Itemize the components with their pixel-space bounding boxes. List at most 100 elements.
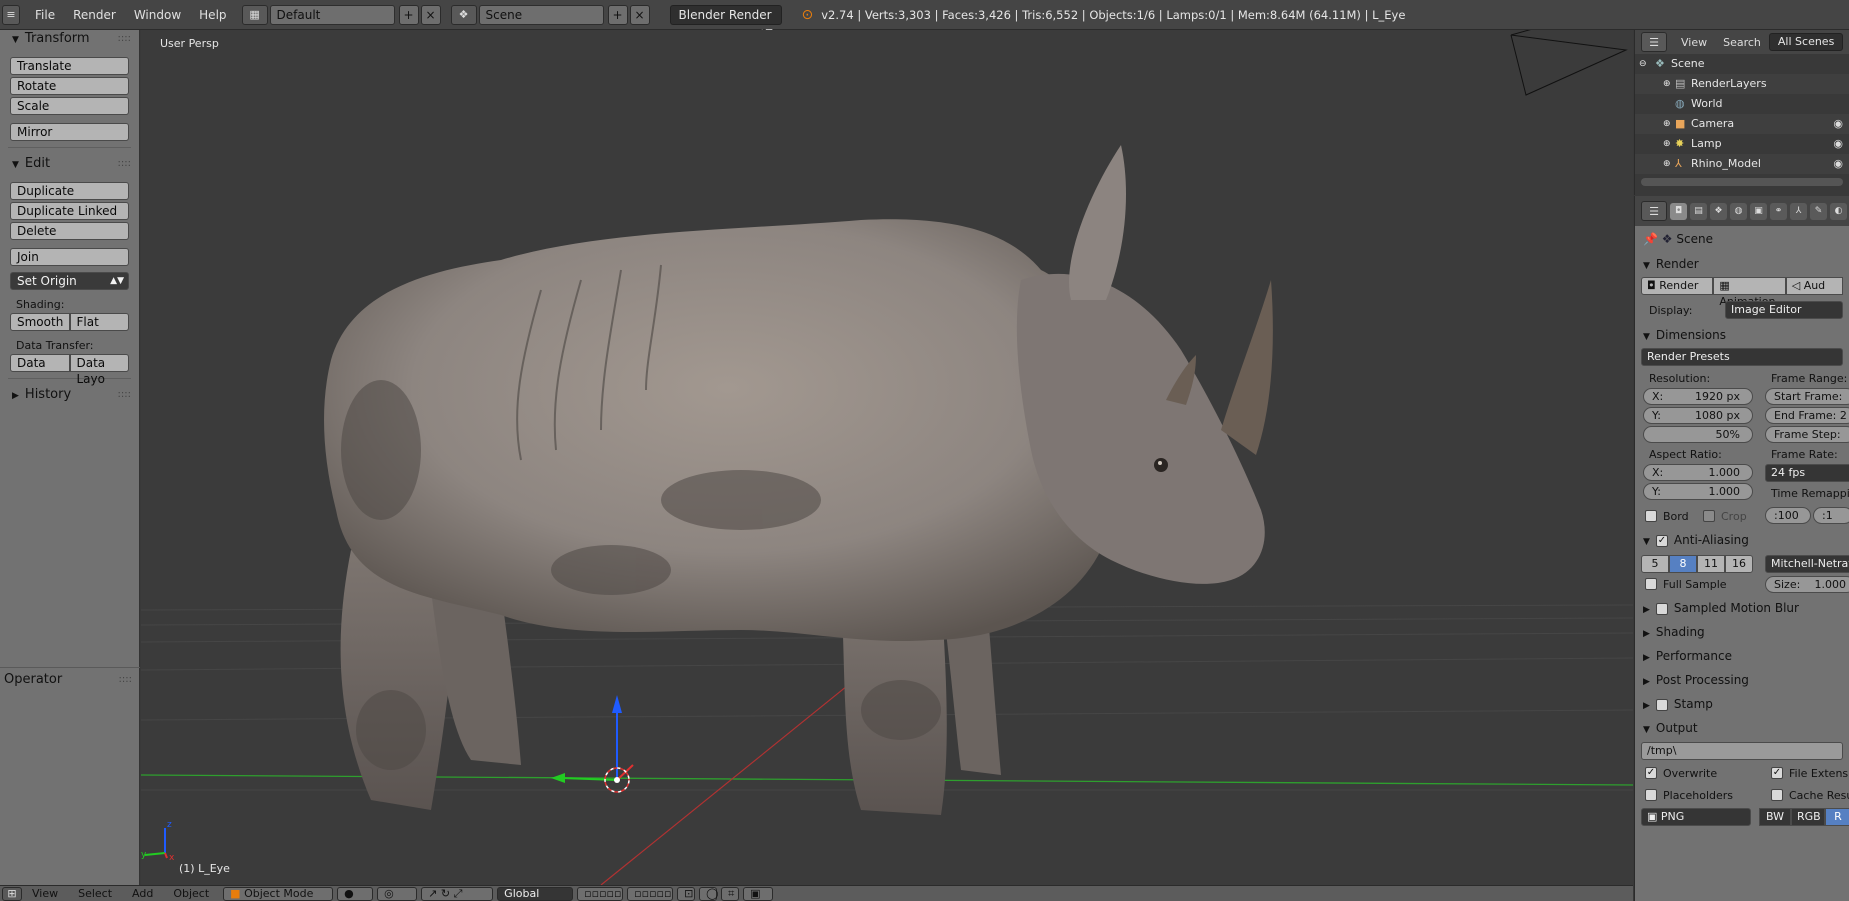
aa-samples-8[interactable]: 8 bbox=[1669, 555, 1697, 573]
performance-panel-header[interactable]: ▶ Performance bbox=[1635, 644, 1849, 668]
menu-view[interactable]: View bbox=[22, 887, 68, 900]
viewport-canvas[interactable] bbox=[141, 30, 1633, 885]
render-view-icon[interactable]: ▣ bbox=[743, 886, 774, 901]
frame-rate-select[interactable]: 24 fps bbox=[1765, 464, 1849, 482]
audio-button[interactable]: ◁ Aud bbox=[1785, 277, 1843, 295]
visibility-eye-icon[interactable]: ◉ bbox=[1833, 154, 1843, 174]
translate-button[interactable]: Translate bbox=[10, 57, 129, 75]
aa-filter-select[interactable]: Mitchell-Netrav bbox=[1765, 555, 1849, 573]
menu-file[interactable]: File bbox=[26, 8, 64, 22]
rotate-button[interactable]: Rotate bbox=[10, 77, 129, 95]
add-scene-button[interactable]: + bbox=[607, 4, 628, 25]
scene-icon[interactable]: ❖ bbox=[450, 4, 477, 25]
menu-render[interactable]: Render bbox=[64, 8, 125, 22]
aa-samples-5[interactable]: 5 bbox=[1641, 555, 1669, 573]
scene-tab-icon[interactable]: ❖ bbox=[1710, 202, 1727, 220]
scale-button[interactable]: Scale bbox=[10, 97, 129, 115]
dimensions-panel-header[interactable]: ▼ Dimensions bbox=[1635, 323, 1849, 347]
motion-blur-checkbox[interactable] bbox=[1655, 602, 1668, 615]
expand-icon[interactable]: ⊖ bbox=[1639, 54, 1647, 74]
overwrite-checkbox[interactable]: ✓ bbox=[1645, 766, 1657, 779]
time-remap-old-field[interactable]: :100 bbox=[1765, 507, 1811, 524]
render-engine-select[interactable]: Blender Render▲▼ bbox=[669, 4, 782, 38]
outliner-row-scene[interactable]: ⊖ ❖ Scene bbox=[1635, 54, 1849, 74]
menu-object[interactable]: Object bbox=[163, 887, 219, 900]
proportional-edit-icon[interactable]: ◯ bbox=[699, 886, 718, 901]
output-path-field[interactable]: /tmp\ bbox=[1641, 742, 1843, 760]
set-origin-select[interactable]: Set Origin ▲▼ bbox=[10, 272, 129, 290]
outliner-search-menu[interactable]: Search bbox=[1723, 36, 1761, 49]
anti-aliasing-checkbox[interactable]: ✓ bbox=[1655, 534, 1668, 547]
mode-select[interactable]: ■ Object Mode bbox=[223, 886, 334, 901]
output-panel-header[interactable]: ▼ Output bbox=[1635, 716, 1849, 740]
resolution-y-field[interactable]: Y: 1080 px bbox=[1643, 407, 1753, 424]
layer-buttons-1[interactable]: ▫▫▫▫▫ bbox=[577, 886, 624, 901]
drag-grip-icon[interactable]: :::: bbox=[118, 154, 131, 174]
resolution-percentage-field[interactable]: 50% bbox=[1643, 426, 1753, 443]
render-panel-header[interactable]: ▼ Render bbox=[1635, 252, 1849, 276]
snap-icon[interactable]: ⌗ bbox=[721, 886, 740, 901]
constraints-tab-icon[interactable]: ⚭ bbox=[1770, 202, 1787, 220]
render-tab-camera-icon[interactable]: ◘ bbox=[1670, 202, 1687, 220]
outliner-row-world[interactable]: ◍ World bbox=[1635, 94, 1849, 114]
menu-add[interactable]: Add bbox=[122, 887, 163, 900]
file-extensions-checkbox[interactable]: ✓ bbox=[1771, 766, 1783, 779]
remove-screen-button[interactable]: × bbox=[420, 4, 441, 25]
delete-button[interactable]: Delete bbox=[10, 222, 129, 240]
menu-window[interactable]: Window bbox=[125, 8, 190, 22]
add-screen-button[interactable]: + bbox=[398, 4, 419, 25]
editor-type-button[interactable]: ☰ bbox=[1641, 32, 1667, 52]
operator-panel-header[interactable]: Operator :::: bbox=[0, 670, 140, 690]
menu-help[interactable]: Help bbox=[190, 8, 235, 22]
time-remap-new-field[interactable]: :1 bbox=[1813, 507, 1849, 524]
drag-grip-icon[interactable]: :::: bbox=[118, 385, 131, 405]
aspect-x-field[interactable]: X: 1.000 bbox=[1643, 464, 1753, 481]
outliner-row-lamp[interactable]: ⊕ ✸ Lamp ◉ bbox=[1635, 134, 1849, 154]
layer-buttons-2[interactable]: ▫▫▫▫▫ bbox=[627, 886, 674, 901]
history-panel-header[interactable]: ▶ History :::: bbox=[0, 385, 139, 405]
operator-divider[interactable] bbox=[0, 667, 140, 668]
transform-panel-header[interactable]: ▼ Transform :::: bbox=[0, 29, 139, 49]
frame-step-field[interactable]: Frame Step: bbox=[1765, 426, 1849, 443]
data-layout-button[interactable]: Data Layo bbox=[69, 354, 129, 386]
aa-size-field[interactable]: Size: 1.000 bbox=[1765, 576, 1849, 593]
outliner-view-menu[interactable]: View bbox=[1681, 36, 1707, 49]
placeholders-checkbox[interactable] bbox=[1645, 788, 1657, 801]
world-tab-icon[interactable]: ◍ bbox=[1730, 202, 1747, 220]
drag-grip-icon[interactable]: :::: bbox=[118, 29, 131, 49]
border-checkbox[interactable] bbox=[1645, 509, 1657, 522]
render-presets-select[interactable]: Render Presets bbox=[1641, 348, 1843, 366]
color-rgba-button[interactable]: R bbox=[1825, 808, 1849, 826]
lock-layers-icon[interactable]: ⊡ bbox=[677, 886, 696, 901]
render-button[interactable]: ◘ Render bbox=[1641, 277, 1714, 295]
aspect-y-field[interactable]: Y: 1.000 bbox=[1643, 483, 1753, 500]
aa-samples-16[interactable]: 16 bbox=[1725, 555, 1753, 573]
manipulator-toggles[interactable]: ↗ ↻ ⤢ bbox=[421, 886, 494, 901]
animation-button[interactable]: ▦ Animation bbox=[1713, 277, 1786, 308]
visibility-eye-icon[interactable]: ◉ bbox=[1833, 134, 1843, 154]
modifiers-tab-icon[interactable]: ✎ bbox=[1810, 202, 1827, 220]
expand-icon[interactable]: ⊕ bbox=[1663, 154, 1671, 174]
expand-icon[interactable]: ⊕ bbox=[1663, 114, 1671, 134]
post-processing-panel-header[interactable]: ▶ Post Processing bbox=[1635, 668, 1849, 692]
aa-samples-11[interactable]: 11 bbox=[1697, 555, 1725, 573]
material-tab-icon[interactable]: ◐ bbox=[1830, 202, 1847, 220]
display-select[interactable]: Image Editor bbox=[1725, 301, 1843, 319]
shading-panel-header[interactable]: ▶ Shading bbox=[1635, 620, 1849, 644]
full-sample-checkbox[interactable] bbox=[1645, 577, 1657, 590]
pivot-select[interactable]: ◎ bbox=[377, 886, 418, 901]
stamp-panel-header[interactable]: ▶ Stamp bbox=[1635, 692, 1849, 716]
object-tab-icon[interactable]: ▣ bbox=[1750, 202, 1767, 220]
outliner-row-renderlayers[interactable]: ⊕ ▤ RenderLayers bbox=[1635, 74, 1849, 94]
flat-button[interactable]: Flat bbox=[69, 313, 129, 331]
duplicate-linked-button[interactable]: Duplicate Linked bbox=[10, 202, 129, 220]
scene-field[interactable]: Scene bbox=[478, 4, 604, 25]
resolution-x-field[interactable]: X: 1920 px bbox=[1643, 388, 1753, 405]
edit-panel-header[interactable]: ▼ Edit :::: bbox=[0, 154, 139, 174]
mirror-button[interactable]: Mirror bbox=[10, 123, 129, 141]
3d-viewport[interactable]: User Persp (1) L_Eye z y x bbox=[141, 30, 1633, 885]
pin-icon[interactable]: 📌 bbox=[1643, 232, 1658, 246]
editor-type-button[interactable]: ⊞ bbox=[2, 886, 22, 901]
stamp-checkbox[interactable] bbox=[1655, 698, 1668, 711]
outliner-row-rhino-model[interactable]: ⊕ ⅄ Rhino_Model ◉ bbox=[1635, 154, 1849, 174]
